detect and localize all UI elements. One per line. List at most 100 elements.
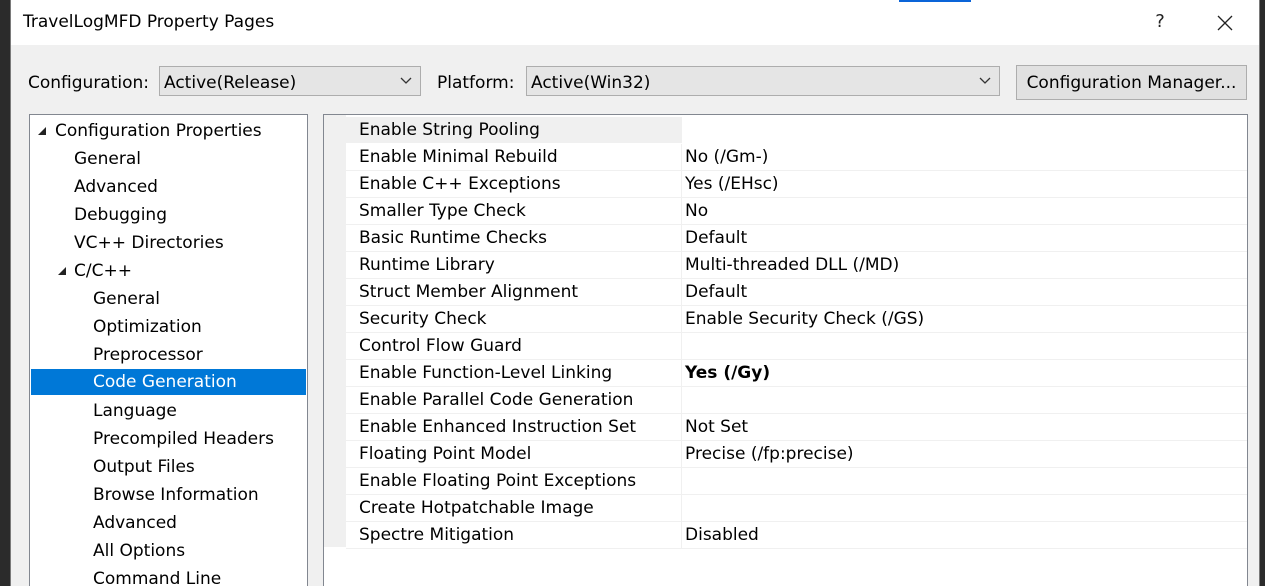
property-row-runtime-library[interactable]: Runtime Library Multi-threaded DLL (/MD) bbox=[346, 252, 1247, 279]
expanded-triangle-icon[interactable] bbox=[57, 266, 67, 276]
property-value[interactable]: Precise (/fp:precise) bbox=[683, 441, 1245, 467]
property-row-enable-minimal-rebuild[interactable]: Enable Minimal Rebuild No (/Gm-) bbox=[346, 144, 1247, 171]
property-name: Runtime Library bbox=[346, 252, 682, 278]
property-row-enable-cpp-exceptions[interactable]: Enable C++ Exceptions Yes (/EHsc) bbox=[346, 171, 1247, 198]
tree-item-cpp-general[interactable]: General bbox=[30, 286, 307, 312]
grid-gutter bbox=[324, 115, 346, 547]
title-bar: TravelLogMFD Property Pages ? bbox=[11, 0, 1259, 45]
tree-item-label: Advanced bbox=[74, 177, 158, 197]
help-button[interactable]: ? bbox=[1147, 6, 1173, 38]
chevron-down-icon bbox=[400, 77, 412, 84]
property-name: Floating Point Model bbox=[346, 441, 682, 467]
property-name: Control Flow Guard bbox=[346, 333, 682, 359]
configuration-value: Active(Release) bbox=[164, 73, 297, 93]
tree-item-label: Advanced bbox=[93, 513, 177, 533]
tree-item-label: Optimization bbox=[93, 317, 202, 337]
property-value[interactable]: Default bbox=[683, 225, 1245, 251]
property-name: Basic Runtime Checks bbox=[346, 225, 682, 251]
tree-item-vc-directories[interactable]: VC++ Directories bbox=[30, 230, 307, 256]
property-row-security-check[interactable]: Security Check Enable Security Check (/G… bbox=[346, 306, 1247, 333]
property-row-enable-enhanced-instruction-set[interactable]: Enable Enhanced Instruction Set Not Set bbox=[346, 414, 1247, 441]
tree-item-label: General bbox=[74, 149, 141, 169]
tree-item-cpp-advanced[interactable]: Advanced bbox=[30, 510, 307, 536]
property-row-enable-function-level-linking[interactable]: Enable Function-Level Linking Yes (/Gy) bbox=[346, 360, 1247, 387]
property-value[interactable]: Default bbox=[683, 279, 1245, 305]
tree-item-label: Language bbox=[93, 401, 177, 421]
property-value[interactable]: No (/Gm-) bbox=[683, 144, 1245, 170]
tree-item-precompiled-headers[interactable]: Precompiled Headers bbox=[30, 426, 307, 452]
configuration-dropdown[interactable]: Active(Release) bbox=[159, 66, 421, 96]
property-row-enable-floating-point-exceptions[interactable]: Enable Floating Point Exceptions bbox=[346, 468, 1247, 495]
property-row-control-flow-guard[interactable]: Control Flow Guard bbox=[346, 333, 1247, 360]
tree-item-language[interactable]: Language bbox=[30, 398, 307, 424]
tree-item-label: General bbox=[93, 289, 160, 309]
tree-item-label: Debugging bbox=[74, 205, 167, 225]
property-name: Enable C++ Exceptions bbox=[346, 171, 682, 197]
tree-item-label: Command Line bbox=[93, 569, 222, 586]
property-name: Enable Parallel Code Generation bbox=[346, 387, 682, 413]
chevron-down-icon bbox=[979, 77, 991, 84]
property-value[interactable]: Multi-threaded DLL (/MD) bbox=[683, 252, 1245, 278]
property-grid: Enable String Pooling Enable Minimal Reb… bbox=[323, 114, 1248, 586]
property-row-enable-parallel-code-generation[interactable]: Enable Parallel Code Generation bbox=[346, 387, 1247, 414]
property-row-spectre-mitigation[interactable]: Spectre Mitigation Disabled bbox=[346, 522, 1247, 549]
tree-item-label: Preprocessor bbox=[93, 345, 203, 365]
close-button[interactable] bbox=[1207, 6, 1241, 38]
tree-item-debugging[interactable]: Debugging bbox=[30, 202, 307, 228]
property-name: Smaller Type Check bbox=[346, 198, 682, 224]
tree-item-label: Browse Information bbox=[93, 485, 259, 505]
property-value[interactable]: Disabled bbox=[683, 522, 1245, 548]
property-name: Struct Member Alignment bbox=[346, 279, 682, 305]
tree-item-browse-information[interactable]: Browse Information bbox=[30, 482, 307, 508]
tree-item-c-cpp[interactable]: C/C++ bbox=[30, 258, 307, 284]
tree-item-configuration-properties[interactable]: Configuration Properties bbox=[30, 118, 307, 144]
tree-item-preprocessor[interactable]: Preprocessor bbox=[30, 342, 307, 368]
property-value[interactable]: Enable Security Check (/GS) bbox=[683, 306, 1245, 332]
window-title: TravelLogMFD Property Pages bbox=[23, 12, 275, 32]
tree-item-label: All Options bbox=[93, 541, 186, 561]
property-value[interactable]: No bbox=[683, 198, 1245, 224]
property-value[interactable] bbox=[683, 468, 1245, 494]
property-row-smaller-type-check[interactable]: Smaller Type Check No bbox=[346, 198, 1247, 225]
property-name: Security Check bbox=[346, 306, 682, 332]
platform-dropdown[interactable]: Active(Win32) bbox=[526, 66, 1000, 96]
tree-item-code-generation[interactable]: Code Generation bbox=[31, 369, 306, 395]
close-icon bbox=[1217, 15, 1233, 31]
tree-item-label: Configuration Properties bbox=[55, 121, 262, 141]
property-row-floating-point-model[interactable]: Floating Point Model Precise (/fp:precis… bbox=[346, 441, 1247, 468]
property-name: Enable Function-Level Linking bbox=[346, 360, 682, 386]
property-value[interactable] bbox=[683, 117, 1245, 143]
platform-value: Active(Win32) bbox=[531, 73, 651, 93]
expanded-triangle-icon[interactable] bbox=[37, 126, 47, 136]
tree-item-label: Code Generation bbox=[93, 372, 237, 392]
property-row-basic-runtime-checks[interactable]: Basic Runtime Checks Default bbox=[346, 225, 1247, 252]
property-value[interactable]: Yes (/Gy) bbox=[683, 360, 1245, 386]
property-name: Enable String Pooling bbox=[346, 117, 682, 143]
property-name: Enable Enhanced Instruction Set bbox=[346, 414, 682, 440]
property-name: Spectre Mitigation bbox=[346, 522, 682, 548]
property-pages-dialog: TravelLogMFD Property Pages ? Configurat… bbox=[10, 0, 1260, 586]
property-name: Enable Floating Point Exceptions bbox=[346, 468, 682, 494]
tree-item-optimization[interactable]: Optimization bbox=[30, 314, 307, 340]
property-row-struct-member-alignment[interactable]: Struct Member Alignment Default bbox=[346, 279, 1247, 306]
property-value[interactable]: Not Set bbox=[683, 414, 1245, 440]
platform-label: Platform: bbox=[437, 73, 515, 93]
tree-item-command-line[interactable]: Command Line bbox=[30, 566, 307, 586]
property-row-create-hotpatchable-image[interactable]: Create Hotpatchable Image bbox=[346, 495, 1247, 522]
tree-item-label: Output Files bbox=[93, 457, 195, 477]
property-value[interactable] bbox=[683, 387, 1245, 413]
property-value[interactable] bbox=[683, 333, 1245, 359]
property-tree: Configuration Properties General Advance… bbox=[29, 114, 308, 586]
tree-item-label: C/C++ bbox=[74, 261, 132, 281]
tree-item-all-options[interactable]: All Options bbox=[30, 538, 307, 564]
property-value[interactable] bbox=[683, 495, 1245, 521]
configuration-manager-button[interactable]: Configuration Manager... bbox=[1016, 65, 1247, 100]
tree-item-output-files[interactable]: Output Files bbox=[30, 454, 307, 480]
configuration-manager-label: Configuration Manager... bbox=[1026, 73, 1237, 93]
property-value[interactable]: Yes (/EHsc) bbox=[683, 171, 1245, 197]
tree-item-general[interactable]: General bbox=[30, 146, 307, 172]
tree-item-advanced[interactable]: Advanced bbox=[30, 174, 307, 200]
configuration-label: Configuration: bbox=[28, 73, 150, 93]
title-accent-strip bbox=[899, 0, 971, 2]
property-row-enable-string-pooling[interactable]: Enable String Pooling bbox=[346, 117, 1247, 144]
